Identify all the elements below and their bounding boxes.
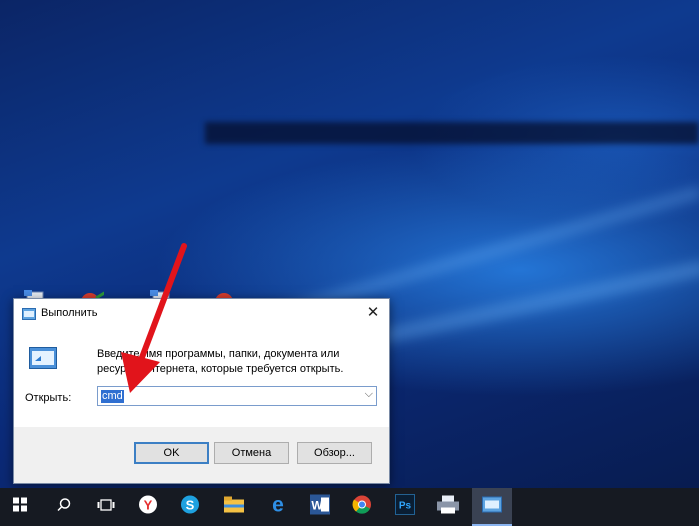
skype-button[interactable]: S [170,488,210,526]
dialog-title: Выполнить [41,307,98,319]
dialog-titlebar[interactable]: Выполнить ✕ [14,299,389,327]
svg-text:Ps: Ps [399,501,412,512]
run-app-button[interactable] [472,488,512,526]
printer-button[interactable] [428,488,468,526]
printer-icon [437,495,459,519]
svg-text:S: S [186,498,195,513]
edge-icon: e [268,494,288,520]
yandex-browser-icon: Y [138,495,158,520]
taskbar: Y S e W Ps [0,488,699,526]
skype-icon: S [180,495,200,520]
task-view-icon [97,498,115,516]
svg-text:e: e [272,495,284,515]
run-icon [22,307,36,320]
search-button[interactable] [44,488,84,526]
open-input-value[interactable]: cmd [101,390,124,403]
dialog-description: Введите имя программы, папки, документа … [97,348,344,375]
start-button[interactable] [0,488,40,526]
search-icon [57,498,71,517]
file-explorer-button[interactable] [214,488,254,526]
start-icon [13,497,27,517]
ok-button[interactable]: OK [134,442,209,464]
run-app-icon [482,496,502,518]
chrome-button[interactable] [342,488,382,526]
svg-text:W: W [311,499,323,513]
chevron-down-icon[interactable]: ⌵ [365,388,373,401]
chrome-icon [352,495,372,520]
browse-button[interactable]: Обзор... [297,442,372,464]
yandex-browser-button[interactable]: Y [128,488,168,526]
run-dialog: Выполнить ✕ Введите имя программы, папки… [13,298,390,484]
svg-text:Y: Y [144,498,153,513]
edge-button[interactable]: e [258,488,298,526]
wallpaper-beam [205,122,699,144]
run-program-icon [29,347,57,369]
photoshop-button[interactable]: Ps [385,488,425,526]
close-icon[interactable]: ✕ [363,303,383,323]
word-button[interactable]: W [300,488,340,526]
task-view-button[interactable] [86,488,126,526]
open-label: Открыть: [25,392,72,404]
word-icon: W [310,494,330,520]
file-explorer-icon [224,496,244,518]
photoshop-icon: Ps [394,494,416,520]
cancel-button[interactable]: Отмена [214,442,289,464]
open-combobox[interactable]: cmd ⌵ [97,386,377,406]
